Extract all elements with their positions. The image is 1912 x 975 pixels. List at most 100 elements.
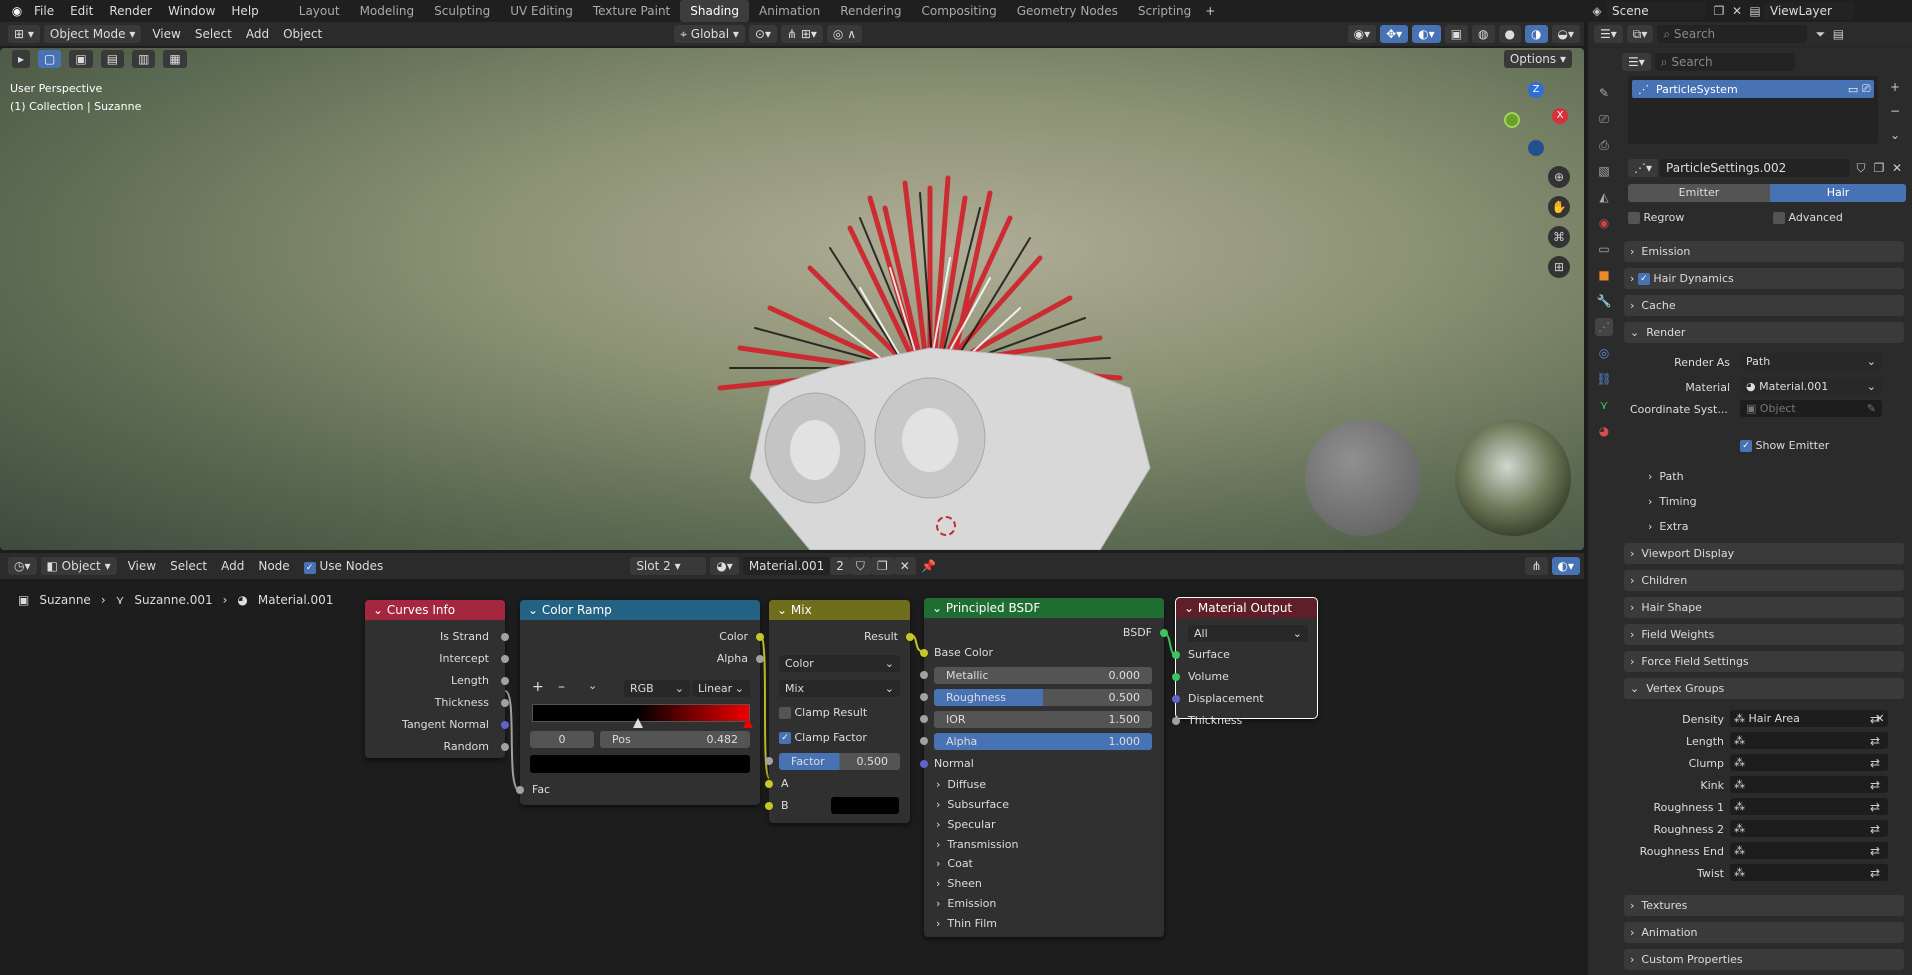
tab-animation[interactable]: Animation (749, 0, 830, 22)
3d-viewport[interactable]: ▸ ▢ ▣ ▤ ▥ ▦ Options ▾ User Perspective (… (0, 48, 1584, 550)
socket-bsdf-out[interactable] (1160, 629, 1168, 637)
invert-roughness1-icon[interactable]: ⇄ (1866, 798, 1884, 816)
vg-roughness-end-field[interactable]: ⁂ (1730, 842, 1888, 859)
panel-animation[interactable]: › Animation (1624, 922, 1904, 943)
filter-icon[interactable]: ⏷ (1811, 25, 1829, 43)
vg-length-field[interactable]: ⁂ (1730, 732, 1888, 749)
panel-custom-properties[interactable]: › Custom Properties (1624, 949, 1904, 970)
menu-file[interactable]: File (26, 0, 62, 22)
select-mode-new[interactable]: ▢ (38, 50, 62, 68)
select-mode-intersect[interactable]: ▦ (163, 50, 187, 68)
settings-browse-button[interactable]: ⋰▾ (1628, 159, 1659, 177)
collapse-icon[interactable]: ⌄ (528, 603, 542, 617)
tab-uv-editing[interactable]: UV Editing (500, 0, 583, 22)
mode-dropdown[interactable]: Object Mode ▾ (43, 25, 142, 43)
socket-a-in[interactable] (765, 780, 773, 788)
remove-stop-button[interactable]: – (558, 679, 565, 695)
node-editor-canvas[interactable]: ▣ Suzanne › ⋎ Suzanne.001 › ◕ Material.001 … (0, 581, 1584, 975)
socket-factor-in[interactable] (765, 757, 773, 765)
socket-result-out[interactable] (906, 633, 914, 641)
tab-shading[interactable]: Shading (680, 0, 749, 22)
snap-toggle[interactable]: ⋔ ⊞▾ (780, 25, 823, 43)
curves-info-node[interactable]: ⌄ Curves Info Is Strand Intercept Length… (365, 600, 509, 758)
material-name-field[interactable]: Material.001 (742, 557, 831, 575)
close-icon[interactable]: ✕ (1728, 2, 1746, 20)
outliner-editor-type[interactable]: ☰▾ (1594, 25, 1623, 43)
panel-cache[interactable]: › Cache (1624, 295, 1904, 316)
shading-material[interactable]: ◑ (1525, 25, 1548, 43)
invert-kink-icon[interactable]: ⇄ (1866, 776, 1884, 794)
panel-specular[interactable]: › Specular (936, 818, 995, 831)
vg-kink-field[interactable]: ⁂ (1730, 776, 1888, 793)
node-select-menu[interactable]: Select (163, 556, 214, 576)
add-workspace-icon[interactable]: + (1201, 2, 1219, 20)
color-ramp-gradient[interactable] (532, 704, 750, 722)
invert-length-icon[interactable]: ⇄ (1866, 732, 1884, 750)
proportional-edit[interactable]: ◎ ∧ (826, 25, 862, 43)
add-stop-button[interactable]: + (532, 679, 544, 695)
vg-clump-field[interactable]: ⁂ (1730, 754, 1888, 771)
pan-hand-icon[interactable]: ✋ (1548, 196, 1570, 218)
blender-logo-icon[interactable]: ◉ (8, 2, 26, 20)
output-tab-icon[interactable]: ⎙ (1595, 136, 1613, 154)
overlay-toggle[interactable]: ◐▾ (1412, 25, 1441, 43)
panel-coat[interactable]: › Coat (936, 857, 973, 870)
render-as-dropdown[interactable]: Path ⌄ (1740, 353, 1882, 370)
tab-sculpting[interactable]: Sculpting (424, 0, 500, 22)
clamp-factor-checkbox[interactable]: ✓ Clamp Factor (779, 731, 867, 744)
output-target-dropdown[interactable]: All ⌄ (1188, 625, 1308, 642)
camera-render-icon[interactable]: ⎚ (1862, 82, 1874, 96)
socket-b-in[interactable] (765, 802, 773, 810)
unlink-icon[interactable]: ✕ (1888, 159, 1906, 177)
panel-subsurface[interactable]: › Subsurface (936, 798, 1009, 811)
factor-slider[interactable]: Factor 0.500 (779, 753, 900, 770)
options-button[interactable]: Options ▾ (1503, 50, 1572, 68)
tool-tab-icon[interactable]: ✎ (1595, 84, 1613, 102)
menu-help[interactable]: Help (223, 0, 266, 22)
node-node-menu[interactable]: Node (251, 556, 296, 576)
new-collection-icon[interactable]: ▤ (1829, 25, 1847, 43)
panel-sheen[interactable]: › Sheen (936, 877, 982, 890)
duplicate-icon[interactable]: ❐ (1870, 159, 1888, 177)
menu-render[interactable]: Render (101, 0, 160, 22)
socket-color-out[interactable] (756, 633, 764, 641)
panel-force-field-settings[interactable]: › Force Field Settings (1624, 651, 1904, 672)
panel-render[interactable]: ⌄ Render (1624, 322, 1904, 343)
modifier-tab-icon[interactable]: 🔧 (1595, 292, 1613, 310)
socket-volume-in[interactable] (1172, 673, 1180, 681)
node-view-menu[interactable]: View (121, 556, 163, 576)
material-output-header[interactable]: ⌄ Material Output (1176, 598, 1317, 618)
socket-normal-in[interactable] (920, 760, 928, 768)
select-mode-extend[interactable]: ▣ (69, 50, 93, 68)
settings-name-field[interactable]: ParticleSettings.002 (1660, 159, 1851, 177)
socket-ior-in[interactable] (920, 715, 928, 723)
mix-node[interactable]: ⌄ Mix Result Color ⌄ Mix ⌄ Clamp Result ✓ … (765, 600, 914, 823)
mix-blend-dropdown[interactable]: Mix ⌄ (779, 680, 900, 697)
camera-icon[interactable]: ⌘ (1548, 226, 1570, 248)
material-output-node[interactable]: ⌄ Material Output All ⌄ Surface Volume Di… (1172, 597, 1318, 727)
color-mode-dropdown[interactable]: RGB ⌄ (624, 680, 690, 697)
panel-diffuse[interactable]: › Diffuse (936, 778, 986, 791)
add-menu[interactable]: Add (239, 24, 276, 44)
ramp-menu-button[interactable]: ⌄ (588, 679, 597, 692)
coordinate-system-field[interactable]: ▣ Object ✎ (1740, 400, 1882, 417)
outliner-search-input[interactable]: ⌕ Search (1657, 25, 1808, 43)
shading-solid[interactable]: ● (1498, 25, 1522, 43)
socket-base-color-in[interactable] (920, 649, 928, 657)
color-ramp-node[interactable]: ⌄ Color Ramp Color Alpha + – ⌄ RGB ⌄ Line… (516, 600, 764, 805)
collapse-icon[interactable]: ⌄ (932, 601, 946, 615)
select-mode-invert[interactable]: ▥ (132, 50, 156, 68)
unlink-material-icon[interactable]: ✕ (893, 557, 916, 575)
monitor-icon[interactable]: ▭ (1848, 83, 1862, 96)
menu-edit[interactable]: Edit (62, 0, 101, 22)
select-menu[interactable]: Select (188, 24, 239, 44)
view-layer-tab-icon[interactable]: ▧ (1595, 162, 1613, 180)
socket-length[interactable] (501, 677, 509, 685)
ior-field[interactable]: IOR 1.500 (934, 711, 1152, 728)
scene-icon[interactable]: ◈ (1588, 2, 1606, 20)
node-overlay-toggle[interactable]: ◐▾ (1551, 557, 1580, 575)
material-dropdown[interactable]: ◕ Material.001 ⌄ (1740, 378, 1882, 395)
socket-random[interactable] (501, 743, 509, 751)
duplicate-material-icon[interactable]: ❐ (870, 557, 894, 575)
slot-dropdown[interactable]: Slot 2 ▾ (630, 557, 707, 575)
